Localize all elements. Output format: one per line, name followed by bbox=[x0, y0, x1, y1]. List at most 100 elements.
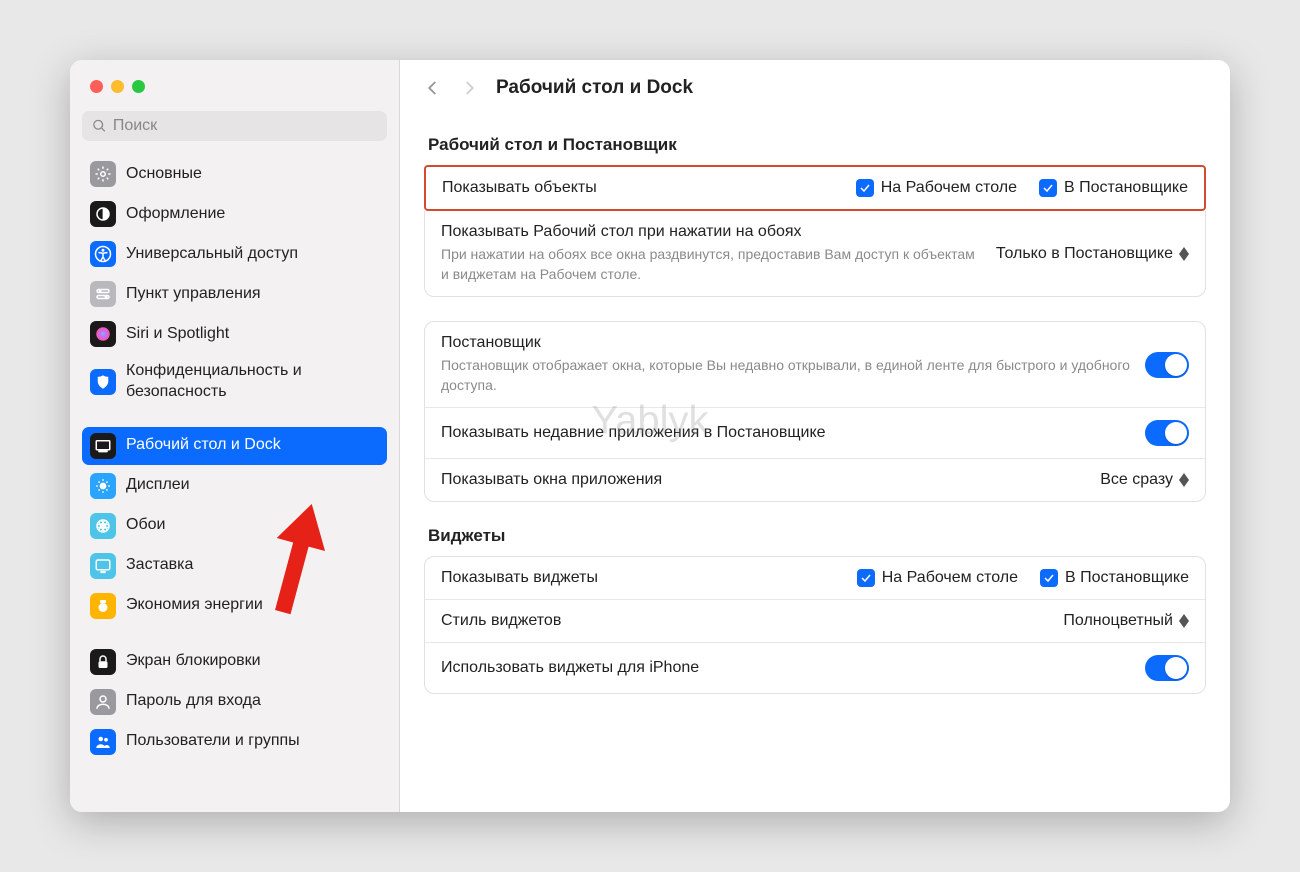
sidebar-item-users-groups[interactable]: Пользователи и группы bbox=[82, 723, 387, 761]
settings-window: Основные Оформление Универсальный доступ Пу… bbox=[70, 60, 1230, 812]
lockscreen-icon bbox=[90, 649, 116, 675]
row-label: Стиль виджетов bbox=[441, 612, 1051, 630]
appearance-icon bbox=[90, 201, 116, 227]
sidebar-item-lockscreen[interactable]: Экран блокировки bbox=[82, 643, 387, 681]
row-show-objects: Показывать объекты На Рабочем столе В По… bbox=[426, 167, 1204, 209]
fullscreen-button[interactable] bbox=[132, 80, 145, 93]
chevrons-icon bbox=[1179, 614, 1189, 628]
sidebar-item-siri[interactable]: Siri и Spotlight bbox=[82, 315, 387, 353]
row-desc: При нажатии на обоях все окна раздвинутс… bbox=[441, 245, 984, 284]
search-box[interactable] bbox=[82, 111, 387, 141]
users-groups-icon bbox=[90, 729, 116, 755]
desktop-dock-icon bbox=[90, 433, 116, 459]
section-title-widgets: Виджеты bbox=[428, 526, 1206, 546]
row-label: Показывать окна приложения bbox=[441, 471, 1088, 489]
checkbox-on-desktop[interactable]: На Рабочем столе bbox=[856, 179, 1017, 197]
sidebar-item-label: Дисплеи bbox=[126, 475, 379, 496]
sidebar: Основные Оформление Универсальный доступ Пу… bbox=[70, 60, 400, 812]
displays-icon bbox=[90, 473, 116, 499]
screensaver-icon bbox=[90, 553, 116, 579]
sidebar-item-label: Siri и Spotlight bbox=[126, 324, 379, 345]
show-desktop-section: Показывать Рабочий стол при нажатии на о… bbox=[424, 211, 1206, 297]
dropdown-show-desktop[interactable]: Только в Постановщике bbox=[996, 245, 1189, 263]
sidebar-item-label: Заставка bbox=[126, 555, 379, 576]
close-button[interactable] bbox=[90, 80, 103, 93]
siri-icon bbox=[90, 321, 116, 347]
search-input[interactable] bbox=[113, 117, 377, 135]
row-label: Показывать объекты bbox=[442, 179, 844, 197]
page-title: Рабочий стол и Dock bbox=[496, 77, 693, 99]
row-show-desktop: Показывать Рабочий стол при нажатии на о… bbox=[425, 211, 1205, 296]
sidebar-item-label: Пароль для входа bbox=[126, 691, 379, 712]
checkbox-group: На Рабочем столе В Постановщике bbox=[856, 179, 1188, 197]
row-label: Использовать виджеты для iPhone bbox=[441, 659, 1133, 677]
minimize-button[interactable] bbox=[111, 80, 124, 93]
sidebar-item-displays[interactable]: Дисплеи bbox=[82, 467, 387, 505]
chevrons-icon bbox=[1179, 473, 1189, 487]
sidebar-item-label: Пользователи и группы bbox=[126, 731, 379, 752]
checkbox-icon bbox=[1040, 569, 1058, 587]
forward-button[interactable] bbox=[460, 76, 478, 100]
stage-manager-section: Постановщик Постановщик отображает окна,… bbox=[424, 321, 1206, 502]
sidebar-item-gear[interactable]: Основные bbox=[82, 155, 387, 193]
control-center-icon bbox=[90, 281, 116, 307]
row-iphone-widgets: Использовать виджеты для iPhone bbox=[425, 643, 1205, 693]
row-label: Показывать Рабочий стол при нажатии на о… bbox=[441, 223, 984, 241]
sidebar-item-accessibility[interactable]: Универсальный доступ bbox=[82, 235, 387, 273]
search-icon bbox=[92, 118, 107, 134]
privacy-icon bbox=[90, 369, 116, 395]
dropdown-value: Все сразу bbox=[1100, 471, 1173, 489]
gear-icon bbox=[90, 161, 116, 187]
widgets-section: Показывать виджеты На Рабочем столе В По… bbox=[424, 556, 1206, 694]
checkbox-icon bbox=[1039, 179, 1057, 197]
row-widget-style: Стиль виджетов Полноцветный bbox=[425, 600, 1205, 643]
checkbox-icon bbox=[856, 179, 874, 197]
sidebar-item-wallpaper[interactable]: Обои bbox=[82, 507, 387, 545]
sidebar-item-label: Оформление bbox=[126, 204, 379, 225]
row-label: Показывать виджеты bbox=[441, 569, 845, 587]
row-desc: Постановщик отображает окна, которые Вы … bbox=[441, 356, 1133, 395]
sidebar-item-label: Обои bbox=[126, 515, 379, 536]
checkbox-in-stage-manager[interactable]: В Постановщике bbox=[1039, 179, 1188, 197]
row-recent-apps: Показывать недавние приложения в Постано… bbox=[425, 408, 1205, 459]
row-stage-manager: Постановщик Постановщик отображает окна,… bbox=[425, 322, 1205, 408]
dropdown-app-windows[interactable]: Все сразу bbox=[1100, 471, 1189, 489]
password-icon bbox=[90, 689, 116, 715]
sidebar-item-password[interactable]: Пароль для входа bbox=[82, 683, 387, 721]
header: Рабочий стол и Dock bbox=[400, 60, 1230, 115]
toggle-stage-manager[interactable] bbox=[1145, 352, 1189, 378]
sidebar-item-screensaver[interactable]: Заставка bbox=[82, 547, 387, 585]
checkbox-label: На Рабочем столе bbox=[881, 179, 1017, 197]
checkbox-label: В Постановщике bbox=[1064, 179, 1188, 197]
sidebar-item-label: Экономия энергии bbox=[126, 595, 379, 616]
toggle-iphone-widgets[interactable] bbox=[1145, 655, 1189, 681]
sidebar-item-privacy[interactable]: Конфиденциальность и безопасность bbox=[82, 355, 387, 409]
energy-icon bbox=[90, 593, 116, 619]
checkbox-widgets-desktop[interactable]: На Рабочем столе bbox=[857, 569, 1018, 587]
sidebar-item-label: Конфиденциальность и безопасность bbox=[126, 361, 379, 403]
sidebar-item-appearance[interactable]: Оформление bbox=[82, 195, 387, 233]
checkbox-label: На Рабочем столе bbox=[882, 569, 1018, 587]
toggle-recent-apps[interactable] bbox=[1145, 420, 1189, 446]
dropdown-value: Полноцветный bbox=[1063, 612, 1173, 630]
content-area: Рабочий стол и Постановщик Показывать об… bbox=[400, 115, 1230, 738]
sidebar-item-label: Основные bbox=[126, 164, 379, 185]
sidebar-item-label: Пункт управления bbox=[126, 284, 379, 305]
dropdown-widget-style[interactable]: Полноцветный bbox=[1063, 612, 1189, 630]
show-objects-section: Показывать объекты На Рабочем столе В По… bbox=[424, 165, 1206, 211]
checkbox-group: На Рабочем столе В Постановщике bbox=[857, 569, 1189, 587]
row-label: Постановщик bbox=[441, 334, 1133, 352]
sidebar-item-label: Рабочий стол и Dock bbox=[126, 435, 379, 456]
sidebar-item-energy[interactable]: Экономия энергии bbox=[82, 587, 387, 625]
row-label: Показывать недавние приложения в Постано… bbox=[441, 424, 1133, 442]
row-show-widgets: Показывать виджеты На Рабочем столе В По… bbox=[425, 557, 1205, 600]
sidebar-item-desktop-dock[interactable]: Рабочий стол и Dock bbox=[82, 427, 387, 465]
accessibility-icon bbox=[90, 241, 116, 267]
back-button[interactable] bbox=[424, 76, 442, 100]
checkbox-widgets-stage[interactable]: В Постановщике bbox=[1040, 569, 1189, 587]
row-app-windows: Показывать окна приложения Все сразу bbox=[425, 459, 1205, 501]
chevrons-icon bbox=[1179, 247, 1189, 261]
section-title-desktop-stage: Рабочий стол и Постановщик bbox=[428, 135, 1206, 155]
wallpaper-icon bbox=[90, 513, 116, 539]
sidebar-item-control-center[interactable]: Пункт управления bbox=[82, 275, 387, 313]
